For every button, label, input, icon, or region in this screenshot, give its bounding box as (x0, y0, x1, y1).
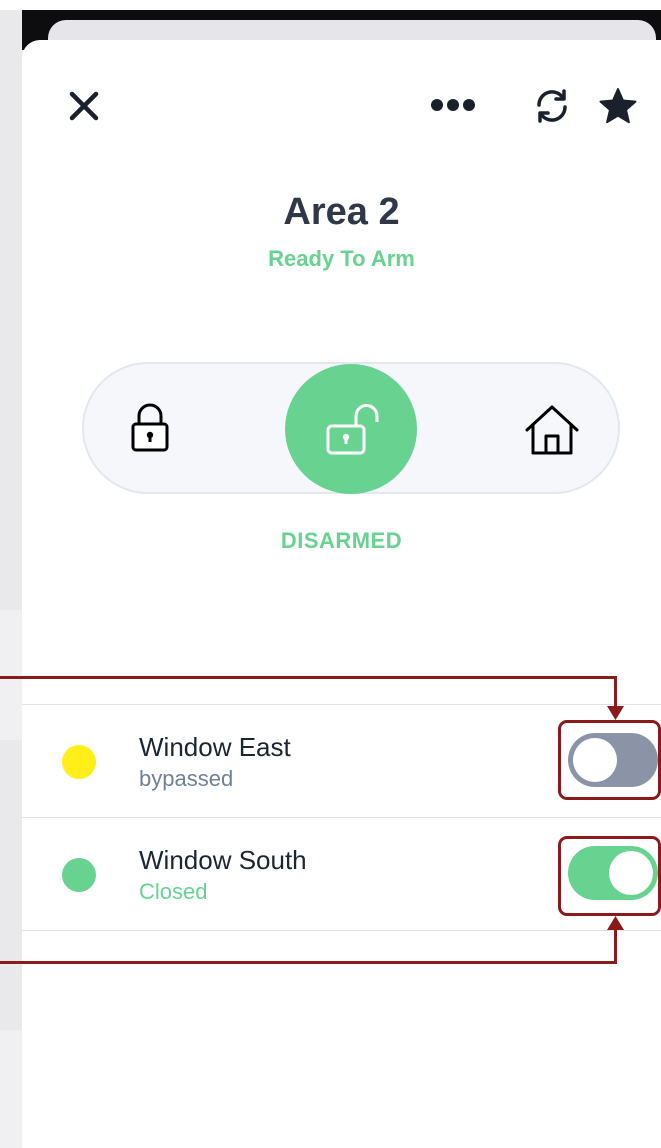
highlight-box-top (558, 720, 661, 800)
highlight-box-bottom (558, 836, 661, 916)
lock-icon (131, 403, 169, 452)
annotation-line (0, 676, 617, 679)
annotation-line (0, 961, 617, 964)
refresh-icon (537, 89, 567, 123)
zone-status-dot (62, 858, 96, 892)
arm-status: DISARMED (280, 528, 403, 553)
zone-name: Window South (139, 845, 307, 875)
zone-status-dot (62, 745, 96, 779)
favorite-button[interactable] (596, 84, 640, 128)
annotation-arrow-up (607, 916, 624, 930)
close-button[interactable] (62, 84, 106, 128)
more-button[interactable] (428, 88, 478, 122)
home-icon (525, 405, 579, 455)
area-title: Area 2 (283, 191, 400, 233)
list-divider (22, 930, 661, 931)
annotation-arrow-down (607, 706, 624, 720)
annotation-line (614, 928, 617, 964)
area-readiness: Ready To Arm (268, 246, 415, 271)
background-strip (0, 610, 22, 740)
zone-status: bypassed (139, 766, 234, 791)
zone-name: Window East (139, 732, 291, 762)
disarm-mode-button[interactable] (285, 364, 417, 494)
zone-status: Closed (139, 879, 208, 904)
refresh-button[interactable] (530, 84, 574, 128)
area-sheet: Area 2 Ready To Arm DISARMED Window East (22, 40, 661, 1148)
star-icon (599, 88, 637, 124)
close-icon (69, 91, 99, 121)
status-strip (0, 0, 661, 10)
away-mode-button[interactable] (122, 398, 178, 458)
stay-mode-button[interactable] (520, 398, 584, 462)
annotation-line (614, 676, 617, 710)
background-strip (0, 1030, 22, 1148)
more-horizontal-icon (431, 99, 475, 111)
unlock-icon (326, 404, 379, 455)
